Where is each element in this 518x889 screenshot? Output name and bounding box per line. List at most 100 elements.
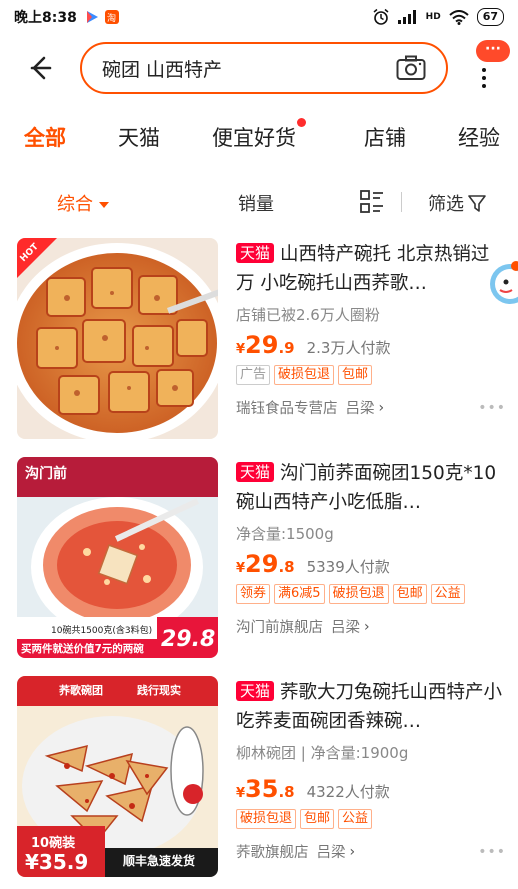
slogan-label: 践行现实	[137, 684, 181, 697]
price-integer: 35	[245, 775, 279, 803]
price-decimal: .9	[278, 339, 295, 357]
product-card[interactable]: 沟门前 10碗共1500克(含3料包) 买两件就送价值7元的两碗 29.8 天猫…	[0, 457, 518, 667]
shop-name: 沟门前旗舰店	[236, 620, 323, 636]
shop-location: 吕梁	[345, 401, 375, 417]
tab-tmall[interactable]: 天猫	[118, 122, 160, 152]
image-price: 29.8	[161, 627, 216, 652]
more-menu-button[interactable]: ···	[468, 40, 510, 94]
price-currency: ¥	[236, 342, 246, 357]
promo-badge: 破损包退	[328, 584, 389, 604]
price-decimal: .8	[278, 783, 295, 801]
price-integer: 29	[245, 550, 279, 578]
message-badge: ···	[476, 40, 510, 62]
search-query: 碗团 山西特产	[102, 58, 223, 81]
promo-badge: 公益	[338, 809, 373, 829]
filter-icon	[468, 195, 486, 212]
new-dot	[297, 118, 306, 127]
product-subtitle: 店铺已被2.6万人圈粉	[236, 306, 380, 324]
product-image[interactable]: 荞歌碗团 践行现实 10碗装 ¥35.9 顺丰急速发货	[17, 676, 218, 877]
product-title[interactable]: 天猫 荞歌大刀兔碗托山西特产小吃荞麦面碗团香辣碗…	[236, 678, 506, 736]
sort-bar: 综合 销量 筛选	[0, 180, 518, 224]
chevron-right-icon: ›	[378, 399, 385, 416]
chevron-right-icon: ›	[349, 843, 356, 860]
product-card[interactable]: 荞歌碗团 践行现实 10碗装 ¥35.9 顺丰急速发货 天猫 荞歌大刀兔碗托山西特…	[0, 676, 518, 886]
product-image[interactable]: 沟门前 10碗共1500克(含3料包) 买两件就送价值7元的两碗 29.8	[17, 457, 218, 658]
product-card[interactable]: HOT 天猫 山西特产碗托 北京热销过万 小吃碗托山西荞歌… 店铺已被2.6万人圈…	[0, 238, 518, 448]
status-time: 晚上8:38	[14, 10, 77, 26]
camera-icon[interactable]	[396, 55, 426, 81]
product-subtitle: 柳林碗团 | 净含量:1900g	[236, 744, 409, 762]
tab-cheap-goods-label: 便宜好货	[212, 126, 296, 150]
divider	[401, 192, 402, 212]
more-options-icon[interactable]: •••	[478, 844, 506, 860]
promo-badge: 破损包退	[236, 809, 297, 829]
product-info: 天猫 荞歌大刀兔碗托山西特产小吃荞麦面碗团香辣碗… 柳林碗团 | 净含量:1900…	[236, 678, 506, 862]
filter-label: 筛选	[428, 194, 464, 215]
shop-name: 荞歌旗舰店	[236, 845, 309, 861]
tab-all[interactable]: 全部	[24, 122, 66, 152]
badges: 广告 破损包退 包邮	[236, 365, 506, 385]
image-price: ¥35.9	[25, 850, 89, 874]
promo-badge: 包邮	[300, 809, 335, 829]
hd-signal-label: HD	[425, 12, 441, 22]
product-price: ¥35.8	[236, 775, 295, 803]
buyer-count: 4322人付款	[306, 783, 390, 801]
promo-badge: 破损包退	[274, 365, 335, 385]
sort-sales[interactable]: 销量	[238, 190, 274, 216]
tmall-tag: 天猫	[236, 681, 275, 701]
shop-row[interactable]: 沟门前旗舰店 吕梁 ›	[236, 616, 506, 637]
count-label: 10碗装	[31, 836, 76, 851]
shop-row[interactable]: 荞歌旗舰店 吕梁 › •••	[236, 841, 506, 862]
product-price: ¥29.8	[236, 550, 295, 578]
chevron-right-icon: ›	[364, 618, 370, 635]
buyer-count: 5339人付款	[306, 558, 390, 576]
price-currency: ¥	[236, 561, 246, 576]
sort-comprehensive[interactable]: 综合	[57, 190, 109, 216]
filter-button[interactable]: 筛选	[428, 190, 486, 216]
back-arrow-icon[interactable]	[22, 50, 58, 86]
promo-badge: 包邮	[338, 365, 373, 385]
alarm-icon	[373, 8, 389, 25]
tab-experience[interactable]: 经验	[458, 122, 500, 152]
search-input[interactable]: 碗团 山西特产	[80, 42, 448, 94]
signal-icon	[397, 10, 416, 24]
sort-comprehensive-label: 综合	[57, 194, 93, 215]
tmall-tag: 天猫	[236, 462, 275, 482]
promo-badge: 公益	[430, 584, 465, 604]
shop-name: 瑞钰食品专营店	[236, 401, 338, 417]
product-title[interactable]: 天猫 沟门前荞面碗团150克*10碗山西特产小吃低脂…	[236, 459, 506, 517]
buyer-count: 2.3万人付款	[306, 339, 391, 357]
badges: 领券 满6减5 破损包退 包邮 公益	[236, 584, 506, 604]
tab-shops[interactable]: 店铺	[364, 122, 406, 152]
express-label: 顺丰急速发货	[123, 854, 196, 868]
badges: 破损包退 包邮 公益	[236, 809, 506, 829]
shop-row[interactable]: 瑞钰食品专营店 吕梁 › •••	[236, 397, 506, 418]
tab-cheap-goods[interactable]: 便宜好货	[212, 118, 306, 152]
product-title-text: 沟门前荞面碗团150克*10碗山西特产小吃低脂…	[236, 463, 497, 513]
list-view-icon[interactable]	[360, 190, 384, 214]
svg-text:淘: 淘	[107, 12, 116, 24]
more-options-icon[interactable]: •••	[478, 400, 506, 416]
product-title[interactable]: 天猫 山西特产碗托 北京热销过万 小吃碗托山西荞歌…	[236, 240, 506, 298]
product-image[interactable]: HOT	[17, 238, 218, 439]
price-integer: 29	[245, 331, 279, 359]
caret-down-icon	[99, 202, 109, 208]
price-row: ¥35.8 4322人付款	[236, 775, 506, 803]
shop-location: 吕梁	[316, 845, 346, 861]
coupon-badge[interactable]: 领券	[236, 584, 271, 604]
shop-location: 吕梁	[331, 620, 360, 636]
wantuo-dish-image	[17, 238, 218, 439]
tmall-tag: 天猫	[236, 243, 275, 263]
brand-label: 沟门前	[25, 466, 67, 482]
play-icon	[86, 11, 98, 23]
ad-badge: 广告	[236, 365, 271, 385]
floating-mascot-icon[interactable]	[486, 258, 518, 310]
price-decimal: .8	[278, 558, 295, 576]
product-title-text: 荞歌大刀兔碗托山西特产小吃荞麦面碗团香辣碗…	[236, 682, 503, 732]
product-price: ¥29.9	[236, 331, 295, 359]
more-dots-icon	[482, 68, 486, 92]
promo-badge: 满6减5	[274, 584, 325, 604]
promo-badge: 包邮	[392, 584, 427, 604]
product-info: 天猫 山西特产碗托 北京热销过万 小吃碗托山西荞歌… 店铺已被2.6万人圈粉 ¥2…	[236, 240, 506, 418]
result-tabs: 全部 天猫 便宜好货 店铺 经验	[0, 114, 518, 164]
